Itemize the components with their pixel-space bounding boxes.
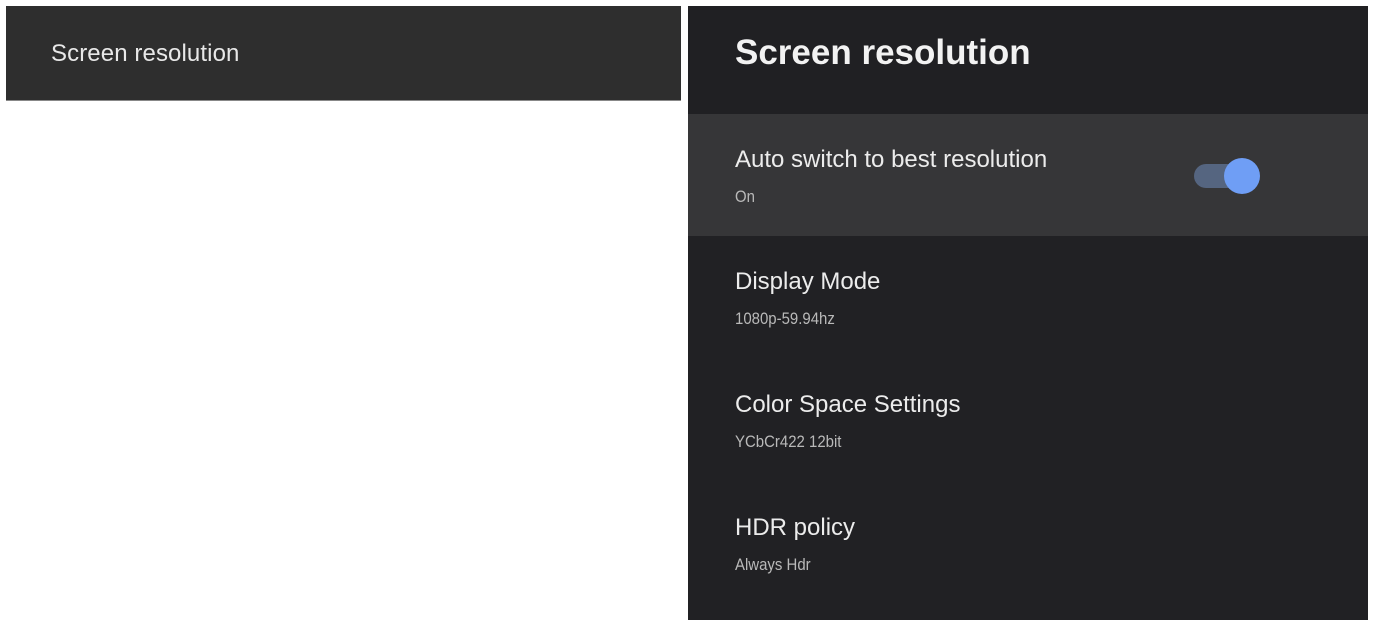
- setting-hdr-policy[interactable]: HDR policy Always Hdr: [688, 482, 1368, 604]
- setting-title: Display Mode: [735, 268, 881, 295]
- setting-value: 1080p-59.94hz: [735, 309, 835, 328]
- setting-value: Always Hdr: [735, 555, 811, 574]
- setting-auto-switch[interactable]: Auto switch to best resolution On: [688, 114, 1368, 236]
- setting-value: YCbCr422 12bit: [735, 432, 842, 451]
- settings-header: Screen resolution: [688, 6, 1368, 114]
- settings-panel: Screen resolution Auto switch to best re…: [688, 6, 1368, 620]
- page-title: Screen resolution: [735, 33, 1031, 72]
- setting-display-mode[interactable]: Display Mode 1080p-59.94hz: [688, 236, 1368, 358]
- left-header-title: Screen resolution: [51, 40, 240, 67]
- left-pane: Screen resolution: [6, 6, 681, 620]
- auto-switch-toggle[interactable]: [1194, 158, 1260, 194]
- screen: Screen resolution Screen resolution Auto…: [0, 0, 1375, 620]
- setting-title: Auto switch to best resolution: [735, 146, 1048, 173]
- setting-title: HDR policy: [735, 514, 856, 541]
- left-header: Screen resolution: [6, 6, 681, 101]
- setting-value: On: [735, 187, 755, 206]
- setting-title: Color Space Settings: [735, 391, 961, 418]
- toggle-thumb: [1224, 158, 1260, 194]
- setting-color-space[interactable]: Color Space Settings YCbCr422 12bit: [688, 359, 1368, 481]
